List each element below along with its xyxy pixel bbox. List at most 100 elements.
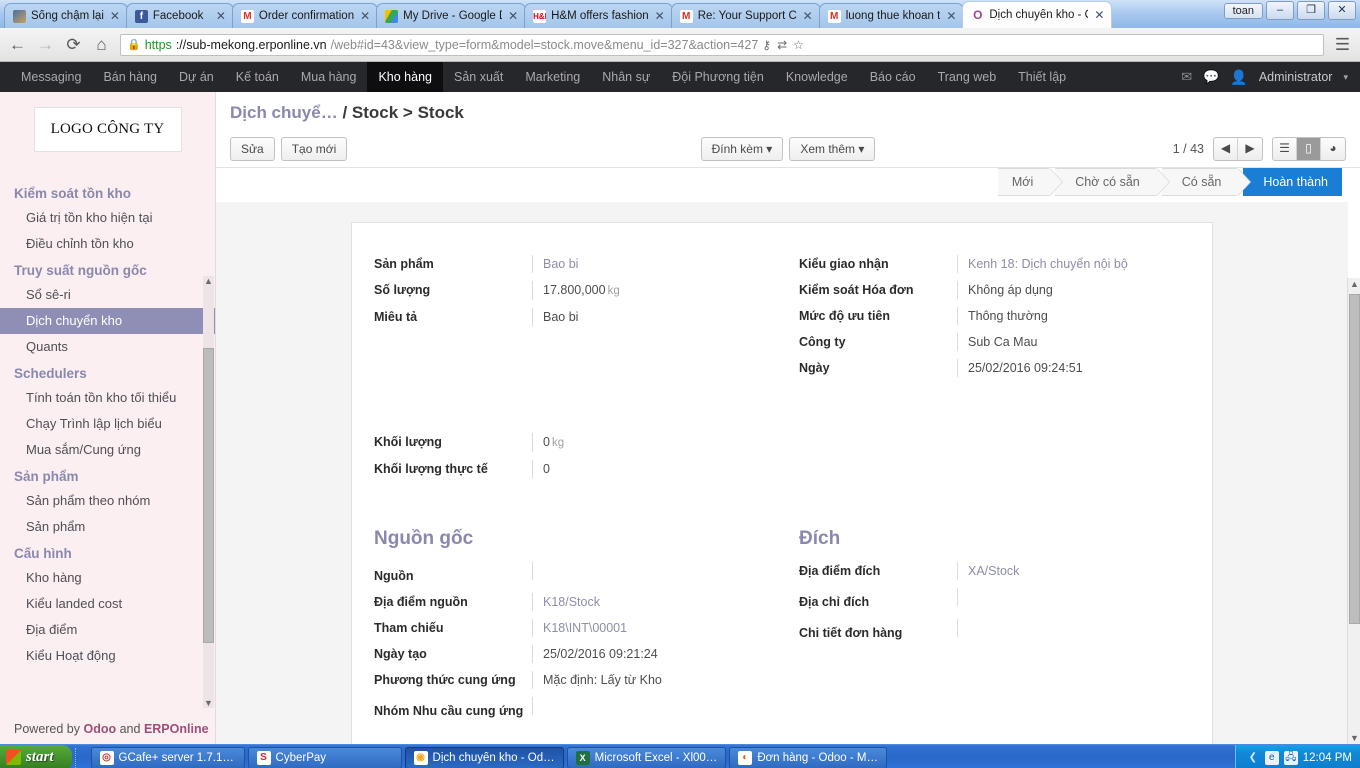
start-button[interactable]: start bbox=[0, 744, 72, 768]
browser-menu-icon[interactable]: ☰ bbox=[1333, 36, 1352, 53]
form-field-value[interactable]: Kenh 18: Dịch chuyển nội bộ bbox=[957, 255, 1184, 273]
minimize-button[interactable]: – bbox=[1266, 1, 1294, 20]
pager-next-icon[interactable]: ▶ bbox=[1238, 138, 1262, 160]
tab-close-icon[interactable]: ✕ bbox=[359, 10, 371, 22]
main-scrollbar-thumb[interactable] bbox=[1349, 294, 1360, 624]
top-menu-item[interactable]: Dự án bbox=[168, 62, 225, 92]
translate-icon[interactable]: ⇄ bbox=[777, 38, 787, 52]
top-menu-item[interactable]: Nhân sự bbox=[591, 62, 661, 92]
bookmark-star-icon[interactable]: ☆ bbox=[793, 38, 804, 52]
browser-tab[interactable]: Mluong thue khoan t ✕ bbox=[818, 3, 965, 28]
top-menu-item[interactable]: Knowledge bbox=[775, 62, 859, 92]
sidebar-item[interactable]: Mua sắm/Cung ứng bbox=[0, 437, 215, 463]
mail-icon[interactable]: ✉ bbox=[1181, 69, 1192, 85]
status-step[interactable]: Hoàn thành bbox=[1243, 168, 1342, 196]
main-scroll-down-icon[interactable]: ▼ bbox=[1350, 733, 1359, 743]
sidebar-item[interactable]: Kiểu landed cost bbox=[0, 591, 215, 617]
sidebar-item[interactable]: Tính toán tồn kho tối thiểu bbox=[0, 385, 215, 411]
form-field-value[interactable]: XA/Stock bbox=[957, 562, 1184, 580]
user-menu-label[interactable]: Administrator bbox=[1259, 70, 1333, 84]
top-menu-item[interactable]: Đội Phương tiện bbox=[661, 62, 775, 92]
tab-close-icon[interactable]: ✕ bbox=[802, 10, 814, 22]
sidebar-item[interactable]: Địa điểm bbox=[0, 617, 215, 643]
tab-close-icon[interactable]: ✕ bbox=[215, 10, 227, 22]
sidebar-scroll-up-icon[interactable]: ▲ bbox=[204, 276, 213, 286]
view-form-icon[interactable]: ▯ bbox=[1297, 138, 1321, 160]
footer-odoo-link[interactable]: Odoo bbox=[83, 722, 116, 736]
browser-tab[interactable]: M Re: Your Support C ✕ bbox=[670, 3, 821, 28]
view-graph-icon[interactable]: ◕ bbox=[1321, 138, 1345, 160]
sidebar-scrollbar[interactable]: ▲ ▼ bbox=[203, 276, 214, 708]
home-icon[interactable]: ⌂ bbox=[92, 36, 111, 53]
attachment-dropdown[interactable]: Đính kèm ▾ bbox=[700, 137, 784, 161]
top-menu-item[interactable]: Marketing bbox=[514, 62, 591, 92]
browser-tab[interactable]: H&M H&M offers fashion ✕ bbox=[524, 3, 673, 28]
browser-tab[interactable]: f Facebook ✕ bbox=[125, 3, 234, 28]
taskbar-button[interactable]: S CyberPay bbox=[247, 746, 402, 768]
sidebar-scrollbar-thumb[interactable] bbox=[203, 348, 214, 643]
more-dropdown[interactable]: Xem thêm ▾ bbox=[789, 137, 876, 161]
view-list-icon[interactable]: ☰ bbox=[1273, 138, 1297, 160]
sidebar-item[interactable]: Kiểu Hoạt động bbox=[0, 643, 215, 669]
sidebar-item[interactable]: Kho hàng bbox=[0, 565, 215, 591]
sidebar-item[interactable]: Sổ sê-ri bbox=[0, 282, 215, 308]
status-step[interactable]: Có sẵn bbox=[1161, 168, 1251, 196]
sidebar-item[interactable]: Điều chỉnh tồn kho bbox=[0, 231, 215, 257]
taskbar-button[interactable]: ◐ Đơn hàng - Odoo - M… bbox=[729, 746, 887, 768]
pager-previous-icon[interactable]: ◀ bbox=[1214, 138, 1238, 160]
breadcrumb-parent[interactable]: Dịch chuyể… bbox=[230, 103, 338, 122]
sidebar-item[interactable]: Sản phẩm bbox=[0, 514, 215, 540]
tab-close-icon[interactable]: ✕ bbox=[1093, 9, 1105, 21]
status-step[interactable]: Mới bbox=[997, 168, 1064, 196]
top-menu-item[interactable]: Bán hàng bbox=[92, 62, 168, 92]
sidebar-item[interactable]: Chạy Trình lập lịch biểu bbox=[0, 411, 215, 437]
browser-tab[interactable]: M Order confirmation ✕ bbox=[231, 3, 379, 28]
back-icon[interactable]: ← bbox=[8, 36, 27, 53]
tab-close-icon[interactable]: ✕ bbox=[109, 10, 121, 22]
key-icon[interactable]: ⚷ bbox=[762, 38, 771, 52]
browser-tab[interactable]: My Drive - Google D ✕ bbox=[376, 3, 527, 28]
reload-icon[interactable]: ⟳ bbox=[64, 36, 83, 53]
footer-erponline-link[interactable]: ERPOnline bbox=[144, 722, 209, 736]
top-menu-item[interactable]: Sản xuất bbox=[443, 62, 514, 92]
sidebar-scroll-down-icon[interactable]: ▼ bbox=[204, 698, 213, 708]
browser-tab[interactable]: Sống chậm lại ✕ bbox=[4, 3, 128, 28]
chevron-down-icon[interactable]: ▾ bbox=[1343, 72, 1348, 83]
restore-button[interactable]: ❐ bbox=[1297, 1, 1325, 20]
main-scroll-up-icon[interactable]: ▲ bbox=[1350, 279, 1359, 289]
top-menu-item[interactable]: Trang web bbox=[927, 62, 1008, 92]
sidebar-item[interactable]: Giá trị tồn kho hiện tại bbox=[0, 205, 215, 231]
create-button[interactable]: Tạo mới bbox=[280, 137, 348, 161]
sidebar-item[interactable]: Dịch chuyển kho bbox=[0, 308, 215, 334]
top-menu-item[interactable]: Mua hàng bbox=[290, 62, 368, 92]
clock[interactable]: 12:04 PM bbox=[1303, 752, 1352, 764]
form-field-value[interactable]: Bao bi bbox=[532, 255, 779, 273]
window-user-label[interactable]: toan bbox=[1223, 2, 1263, 19]
close-button[interactable]: ✕ bbox=[1328, 1, 1356, 20]
chat-icon[interactable]: 💬 bbox=[1203, 69, 1219, 85]
tab-close-icon[interactable]: ✕ bbox=[945, 10, 957, 22]
form-field-value[interactable]: K18/Stock bbox=[532, 593, 779, 611]
top-menu-item[interactable]: Kế toán bbox=[225, 62, 290, 92]
taskbar-button[interactable]: ◉ Dịch chuyển kho - Od… bbox=[404, 746, 564, 768]
address-bar[interactable]: 🔒 https://sub-mekong.erponline.vn/web#id… bbox=[120, 33, 1324, 56]
browser-tab[interactable]: O Dịch chuyển kho - O ✕ bbox=[962, 1, 1113, 28]
main-scrollbar[interactable]: ▲ ▼ bbox=[1347, 278, 1360, 744]
taskbar-button[interactable]: ◎ GCafe+ server 1.7.1… bbox=[90, 746, 245, 768]
tray-expand-icon[interactable]: ❮ bbox=[1246, 751, 1260, 765]
form-field-value[interactable]: K18\INT\00001 bbox=[532, 619, 779, 637]
taskbar-button[interactable]: X Microsoft Excel - Xl00… bbox=[566, 746, 727, 768]
tab-close-icon[interactable]: ✕ bbox=[507, 10, 519, 22]
internet-explorer-icon[interactable]: e bbox=[1264, 750, 1279, 765]
network-icon[interactable]: 🖧 bbox=[1283, 750, 1298, 765]
edit-button[interactable]: Sửa bbox=[230, 137, 275, 161]
top-menu-item[interactable]: Báo cáo bbox=[859, 62, 927, 92]
top-menu-item[interactable]: Kho hàng bbox=[367, 62, 443, 92]
forward-icon[interactable]: → bbox=[36, 36, 55, 53]
status-step[interactable]: Chờ có sẵn bbox=[1055, 168, 1171, 196]
top-menu-item[interactable]: Thiết lập bbox=[1007, 62, 1077, 92]
sidebar-item[interactable]: Sản phẩm theo nhóm bbox=[0, 488, 215, 514]
top-menu-item[interactable]: Messaging bbox=[10, 62, 92, 92]
tab-close-icon[interactable]: ✕ bbox=[654, 10, 666, 22]
sidebar-item[interactable]: Quants bbox=[0, 334, 215, 360]
